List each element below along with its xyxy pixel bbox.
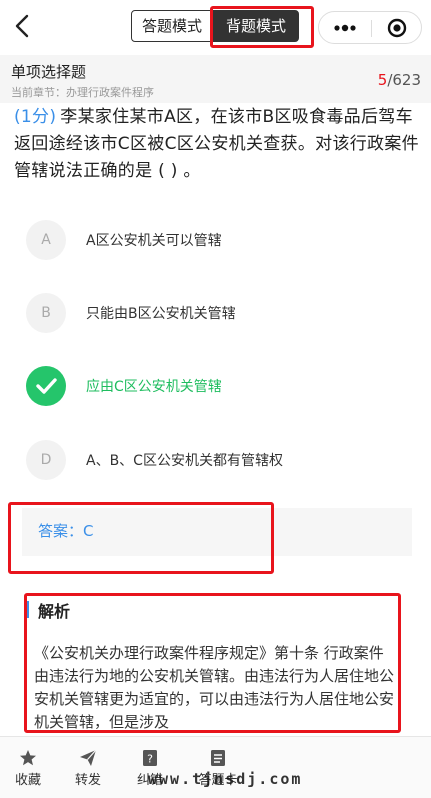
recite-mode-button[interactable]: 背题模式 [213, 10, 299, 42]
star-icon [20, 750, 36, 766]
option-text-c: 应由C区公安机关管辖 [86, 379, 222, 395]
progress-current: 5 [377, 71, 388, 89]
analysis-accent-bar [26, 601, 29, 618]
option-c[interactable]: 应由C区公安机关管辖 [26, 366, 406, 406]
option-text-a: A区公安机关可以管辖 [86, 233, 222, 249]
answer-sheet-icon [211, 750, 225, 766]
close-target-icon[interactable] [387, 18, 407, 38]
answer-mode-button[interactable]: 答题模式 [131, 10, 213, 42]
option-letter-b: B [26, 293, 66, 333]
current-chapter-label: 当前章节：办理行政案件程序 [11, 86, 154, 99]
report-icon: ? [143, 750, 157, 766]
svg-text:?: ? [147, 753, 153, 766]
capsule-divider [371, 20, 372, 37]
bottom-action-bar: 收藏 转发 ? 纠错 答题卡 [0, 736, 431, 798]
mini-program-capsule [318, 11, 422, 44]
question-type-label: 单项选择题 [11, 63, 87, 81]
answer-box: 答案：C [22, 508, 412, 556]
watermark-text: www.tjnsdj.com [148, 770, 303, 788]
more-dots-icon[interactable] [333, 20, 357, 36]
question-progress: 5/623 [378, 71, 421, 89]
progress-total: /623 [387, 71, 421, 89]
answer-text: 答案：C [38, 522, 94, 540]
analysis-title: 解析 [38, 602, 71, 621]
chapter-header: 单项选择题 当前章节：办理行政案件程序 5/623 [0, 55, 431, 103]
question-score: (1分) [14, 107, 57, 127]
mode-switch: 答题模式 背题模式 [131, 10, 299, 44]
option-letter-d: D [26, 440, 66, 480]
option-letter-a: A [26, 220, 66, 260]
question-text: 李某家住某市A区，在该市B区吸食毒品后驾车返回途经该市C区被C区公安机关查获。对… [14, 107, 419, 181]
option-text-b: 只能由B区公安机关管辖 [86, 306, 236, 322]
analysis-body: 《公安机关办理行政案件程序规定》第十条 行政案件由违法行为地的公安机关管辖。由违… [34, 644, 395, 730]
tab-label-favorite: 收藏 [14, 773, 41, 788]
send-icon [80, 749, 97, 766]
tab-share[interactable]: 转发 [60, 737, 116, 793]
option-d[interactable]: D A、B、C区公安机关都有管辖权 [26, 440, 406, 480]
checkmark-icon [26, 366, 66, 406]
option-a[interactable]: A A区公安机关可以管辖 [26, 220, 406, 260]
option-text-d: A、B、C区公安机关都有管辖权 [86, 453, 283, 469]
tab-favorite[interactable]: 收藏 [0, 737, 56, 793]
top-nav-bar: 答题模式 背题模式 [0, 0, 431, 52]
question-stem: (1分) 李某家住某市A区，在该市B区吸食毒品后驾车返回途经该市C区被C区公安机关… [14, 104, 419, 185]
option-b[interactable]: B 只能由B区公安机关管辖 [26, 293, 406, 333]
back-arrow-icon[interactable] [12, 12, 34, 40]
tab-label-share: 转发 [74, 773, 101, 788]
